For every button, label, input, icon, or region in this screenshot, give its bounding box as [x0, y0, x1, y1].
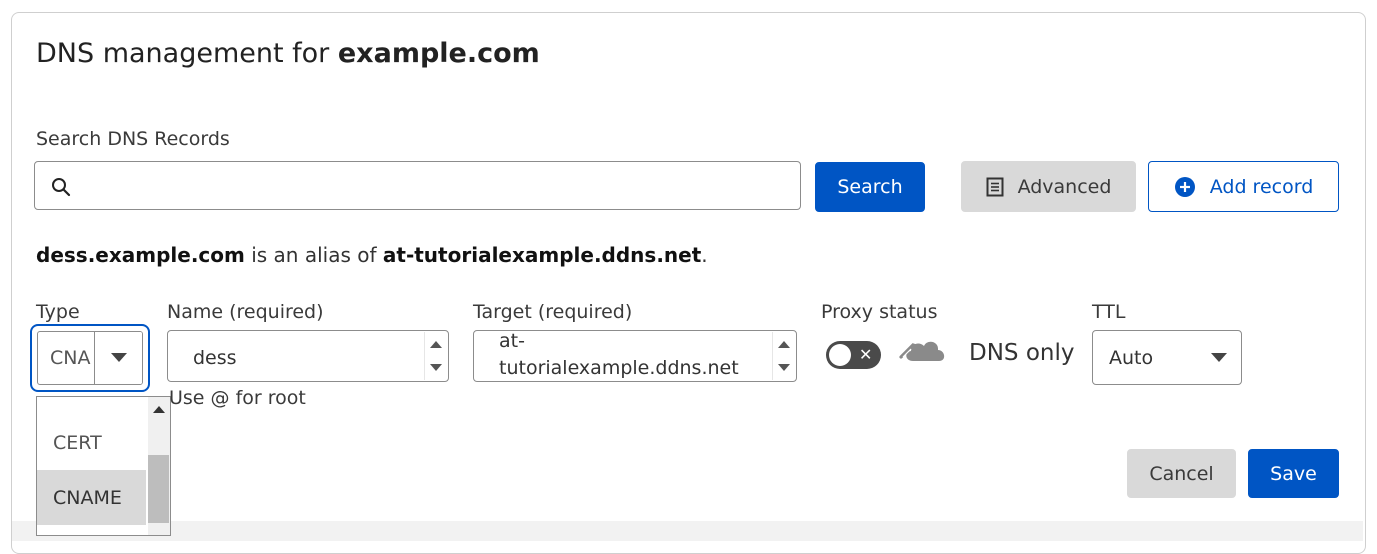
name-field-spinner[interactable] — [424, 332, 447, 380]
type-dropdown-list[interactable]: CERT CNAME — [36, 396, 171, 536]
chevron-down-icon — [1211, 353, 1227, 362]
search-label: Search DNS Records — [36, 128, 230, 150]
advanced-button-label: Advanced — [1017, 175, 1112, 198]
cancel-button[interactable]: Cancel — [1127, 449, 1236, 498]
alias-description: dess.example.com is an alias of at-tutor… — [36, 243, 708, 267]
search-button-label: Search — [837, 176, 903, 198]
page-title: DNS management for example.com — [36, 38, 540, 69]
save-button-label: Save — [1270, 462, 1317, 485]
add-record-button[interactable]: Add record — [1148, 161, 1339, 212]
name-hint: Use @ for root — [169, 387, 306, 409]
proxy-toggle[interactable]: ✕ — [826, 341, 881, 369]
type-label: Type — [36, 301, 80, 323]
type-select[interactable]: CNA — [30, 324, 150, 392]
type-option-cname[interactable]: CNAME — [37, 470, 146, 525]
panel-footer-strip — [12, 521, 1363, 541]
add-record-button-label: Add record — [1209, 175, 1314, 198]
toggle-off-icon: ✕ — [859, 345, 873, 364]
magnifier-icon — [52, 178, 71, 197]
spin-down-icon[interactable] — [778, 364, 790, 371]
advanced-button[interactable]: Advanced — [961, 161, 1136, 212]
ttl-label: TTL — [1092, 301, 1126, 323]
target-field-line1: at- — [499, 330, 525, 352]
save-button[interactable]: Save — [1248, 449, 1339, 498]
page-title-prefix: DNS management for — [36, 38, 338, 69]
proxy-status-value: DNS only — [969, 340, 1075, 366]
toggle-knob — [829, 344, 851, 366]
proxy-status-label: Proxy status — [821, 301, 938, 323]
type-select-arrow-button[interactable] — [94, 332, 142, 384]
spin-down-icon[interactable] — [430, 364, 442, 371]
search-field[interactable] — [34, 161, 801, 210]
alias-target: at-tutorialexample.ddns.net — [382, 243, 702, 267]
target-label: Target (required) — [473, 301, 633, 323]
search-button[interactable]: Search — [815, 162, 925, 212]
alias-host: dess.example.com — [36, 243, 245, 267]
page-title-domain: example.com — [337, 38, 540, 69]
type-select-inner: CNA — [37, 331, 143, 385]
spin-up-icon[interactable] — [778, 341, 790, 348]
type-select-value: CNA — [50, 347, 91, 369]
search-input[interactable] — [85, 170, 789, 204]
ttl-select-value: Auto — [1109, 347, 1154, 369]
chevron-down-icon — [111, 353, 127, 362]
document-list-icon — [986, 177, 1004, 197]
plus-circle-icon — [1174, 176, 1196, 198]
alias-middle-text: is an alias of — [244, 243, 383, 267]
cloud-icon — [899, 341, 945, 361]
target-field-spinner[interactable] — [772, 332, 795, 380]
spin-up-icon[interactable] — [430, 341, 442, 348]
alias-end: . — [701, 243, 708, 267]
cancel-button-label: Cancel — [1149, 462, 1214, 485]
ttl-select[interactable]: Auto — [1092, 330, 1242, 385]
type-option-cert[interactable]: CERT — [37, 415, 146, 470]
name-field-value: dess — [193, 347, 237, 369]
name-label: Name (required) — [167, 301, 324, 323]
dropdown-scrollbar-thumb[interactable] — [148, 455, 169, 523]
target-field-line2: tutorialexample.ddns.net — [499, 357, 739, 379]
target-field[interactable]: at- tutorialexample.ddns.net — [473, 330, 797, 382]
scroll-up-arrow-icon[interactable] — [153, 406, 165, 413]
name-field[interactable]: dess — [167, 330, 449, 382]
